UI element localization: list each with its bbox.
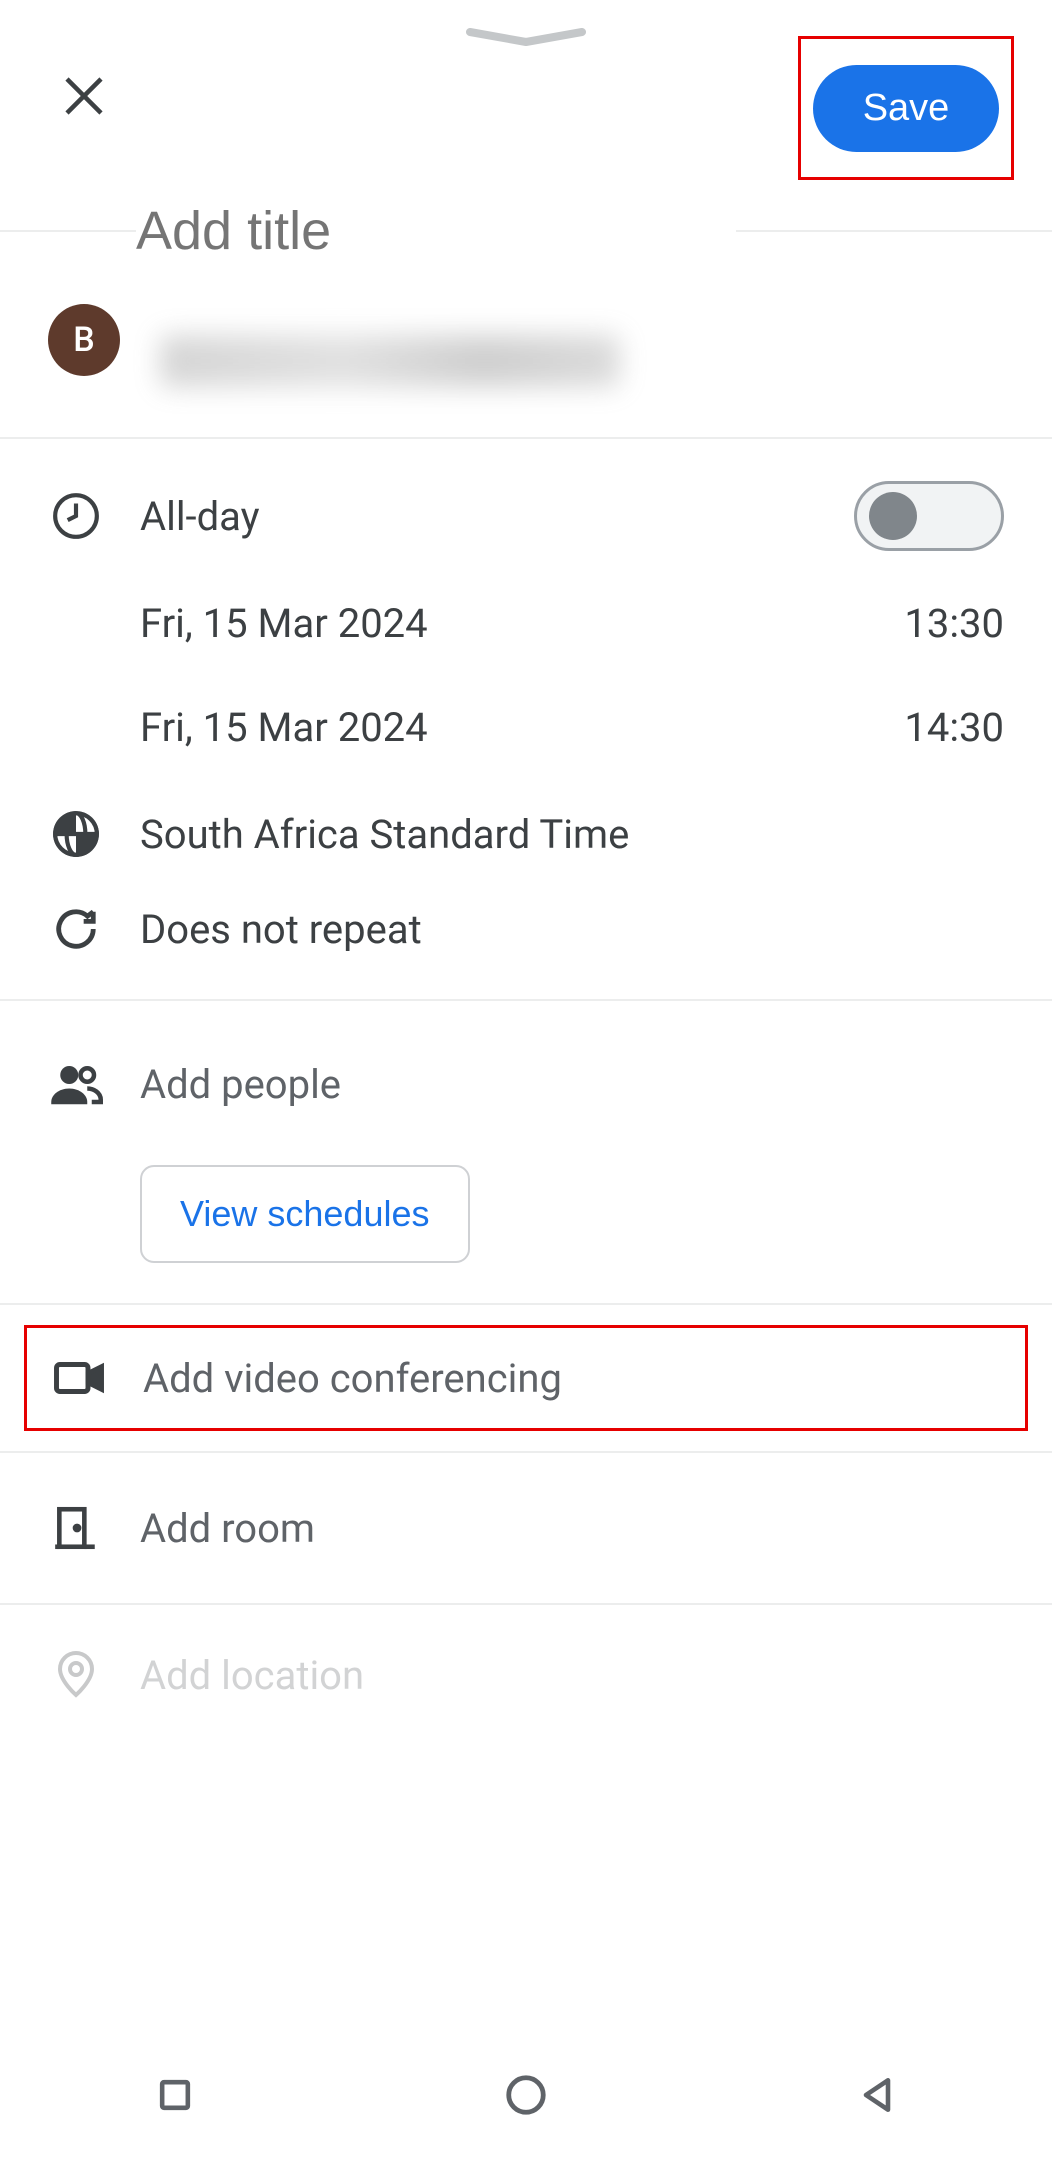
clock-icon	[48, 488, 104, 544]
video-icon	[51, 1350, 107, 1406]
add-room-label: Add room	[140, 1505, 1004, 1552]
globe-icon	[48, 806, 104, 862]
start-date: Fri, 15 Mar 2024	[140, 600, 904, 647]
all-day-toggle[interactable]	[854, 481, 1004, 551]
timezone-label: South Africa Standard Time	[140, 811, 1004, 858]
timezone-row[interactable]: South Africa Standard Time	[0, 779, 1052, 889]
add-location-label: Add location	[140, 1652, 1004, 1699]
start-time: 13:30	[904, 600, 1004, 647]
add-video-conferencing-row[interactable]: Add video conferencing	[24, 1325, 1028, 1431]
repeat-label: Does not repeat	[140, 906, 1004, 953]
end-date: Fri, 15 Mar 2024	[140, 704, 904, 751]
save-button[interactable]: Save	[813, 65, 1000, 152]
avatar: B	[48, 304, 120, 376]
nav-home-button[interactable]	[503, 2072, 549, 2118]
add-location-row[interactable]: Add location	[0, 1605, 1052, 1745]
end-time: 14:30	[904, 704, 1004, 751]
end-date-row[interactable]: Fri, 15 Mar 2024 14:30	[0, 675, 1052, 779]
repeat-row[interactable]: Does not repeat	[0, 889, 1052, 999]
people-icon	[48, 1056, 104, 1112]
nav-recent-button[interactable]	[153, 2073, 197, 2117]
room-icon	[48, 1500, 104, 1556]
nav-back-button[interactable]	[855, 2073, 899, 2117]
android-nav-bar	[0, 2030, 1052, 2160]
view-schedules-button[interactable]: View schedules	[140, 1165, 470, 1263]
add-people-label: Add people	[140, 1061, 1004, 1108]
start-date-row[interactable]: Fri, 15 Mar 2024 13:30	[0, 571, 1052, 675]
repeat-icon	[48, 901, 104, 957]
close-button[interactable]	[56, 68, 112, 124]
all-day-label: All-day	[140, 493, 854, 540]
add-people-row[interactable]: Add people	[0, 1029, 1052, 1139]
calendar-email-redacted	[160, 335, 620, 387]
add-video-label: Add video conferencing	[143, 1355, 1001, 1402]
location-pin-icon	[48, 1647, 104, 1703]
title-input[interactable]	[136, 170, 736, 332]
add-room-row[interactable]: Add room	[0, 1453, 1052, 1603]
